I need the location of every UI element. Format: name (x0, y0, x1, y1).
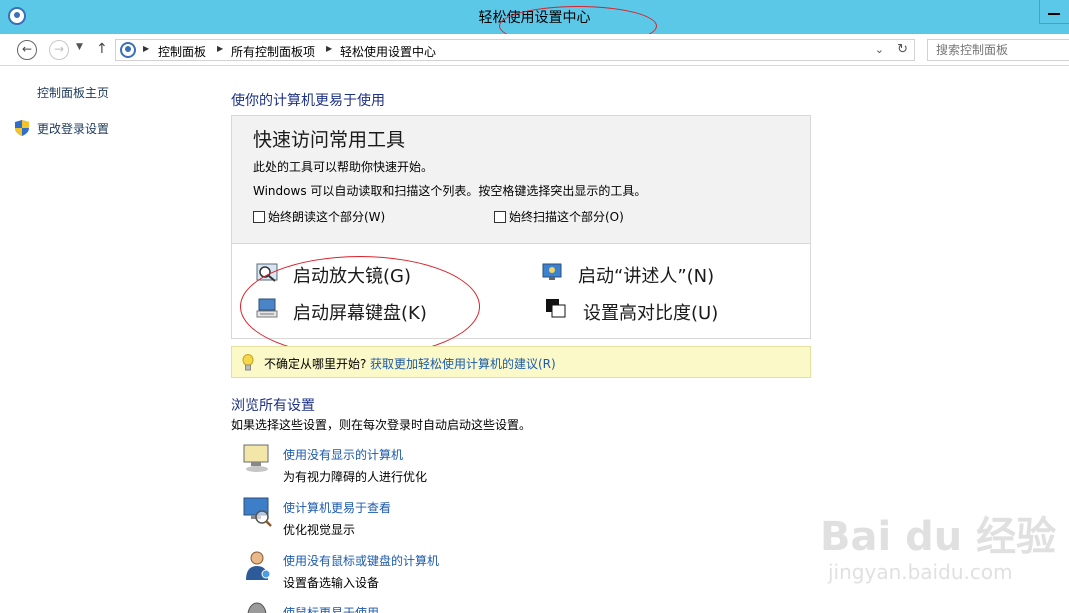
page-title: 使你的计算机更易于使用 (231, 93, 385, 109)
use-without-mouse-keyboard-desc: 设置备选输入设备 (283, 576, 380, 590)
user-person-icon (246, 551, 271, 580)
make-mouse-easier-link[interactable]: 使鼠标更易于使用 (283, 604, 379, 613)
breadcrumb-all-items[interactable]: 所有控制面板项 (231, 43, 315, 60)
always-scan-label: 始终扫描这个部分(O) (509, 210, 624, 224)
breadcrumb-separator-icon[interactable]: ▶ (217, 44, 223, 53)
recent-locations-chevron-icon[interactable]: ▼ (76, 42, 83, 52)
up-arrow-button[interactable]: ↑ (96, 41, 108, 57)
high-contrast-icon (546, 299, 566, 318)
make-easier-to-see-link[interactable]: 使计算机更易于查看 (283, 499, 391, 516)
always-scan-checkbox[interactable]: 始终扫描这个部分(O) (494, 208, 624, 225)
refresh-icon[interactable]: ↻ (897, 42, 908, 57)
get-recommendations-link[interactable]: 获取更加轻松使用计算机的建议(R) (370, 355, 556, 372)
quick-access-hint: Windows 可以自动读取和扫描这个列表。按空格键选择突出显示的工具。 (253, 184, 647, 198)
quick-access-description: 此处的工具可以帮助你快速开始。 (253, 160, 434, 174)
back-button[interactable]: ← (17, 40, 37, 60)
narrator-icon (542, 263, 562, 280)
browse-all-settings-subtitle: 如果选择这些设置，则在每次登录时自动启动这些设置。 (231, 418, 532, 432)
address-dropdown-icon[interactable]: ⌄ (875, 43, 884, 56)
watermark-url: jingyan.baidu.com (828, 560, 1013, 584)
make-easier-to-see-desc: 优化视觉显示 (283, 523, 356, 537)
quick-access-header: 快速访问常用工具 此处的工具可以帮助你快速开始。 Windows 可以自动读取和… (232, 116, 810, 244)
breadcrumb-ease-of-access[interactable]: 轻松使用设置中心 (340, 43, 436, 60)
browse-all-settings-heading: 浏览所有设置 (231, 398, 315, 414)
baidu-watermark: Bai du 经验 jingyan.baidu.com (818, 496, 1058, 596)
forward-button[interactable]: → (49, 40, 69, 60)
use-without-mouse-keyboard-link[interactable]: 使用没有鼠标或键盘的计算机 (283, 552, 439, 569)
monitor-speech-icon (243, 444, 269, 472)
control-panel-home-link[interactable]: 控制面板主页 (37, 84, 109, 101)
monitor-magnify-icon (243, 497, 272, 527)
tip-bar: 不确定从哪里开始? 获取更加轻松使用计算机的建议(R) (231, 346, 811, 378)
breadcrumb-separator-icon[interactable]: ▶ (326, 44, 332, 53)
set-high-contrast-link[interactable]: 设置高对比度(U) (583, 299, 718, 325)
always-read-checkbox[interactable]: 始终朗读这个部分(W) (253, 208, 385, 225)
uac-shield-icon (15, 120, 29, 136)
navigation-bar: ← → ▼ ↑ ▶ 控制面板 ▶ 所有控制面板项 ▶ 轻松使用设置中心 ⌄ ↻ (0, 34, 1069, 66)
search-input[interactable] (927, 39, 1069, 61)
control-panel-icon (120, 42, 136, 58)
mouse-icon (247, 602, 267, 613)
breadcrumb-control-panel[interactable]: 控制面板 (158, 43, 206, 60)
lightbulb-icon (242, 354, 254, 371)
checkbox-box[interactable] (494, 211, 506, 223)
use-without-display-desc: 为有视力障碍的人进行优化 (283, 470, 428, 484)
annotation-circle-tools (240, 256, 480, 357)
always-read-label: 始终朗读这个部分(W) (268, 210, 386, 224)
use-without-display-link[interactable]: 使用没有显示的计算机 (283, 446, 403, 463)
breadcrumb-separator-icon[interactable]: ▶ (143, 44, 149, 53)
start-narrator-link[interactable]: 启动“讲述人”(N) (578, 262, 714, 288)
quick-access-heading: 快速访问常用工具 (253, 129, 406, 151)
checkbox-box[interactable] (253, 211, 265, 223)
address-bar[interactable]: ▶ 控制面板 ▶ 所有控制面板项 ▶ 轻松使用设置中心 ⌄ ↻ (115, 39, 915, 61)
tip-text: 不确定从哪里开始? (264, 357, 367, 371)
change-login-settings-link[interactable]: 更改登录设置 (37, 120, 109, 137)
minimize-button[interactable] (1039, 0, 1069, 24)
watermark-logo-text: Bai du 经验 (820, 514, 1057, 560)
